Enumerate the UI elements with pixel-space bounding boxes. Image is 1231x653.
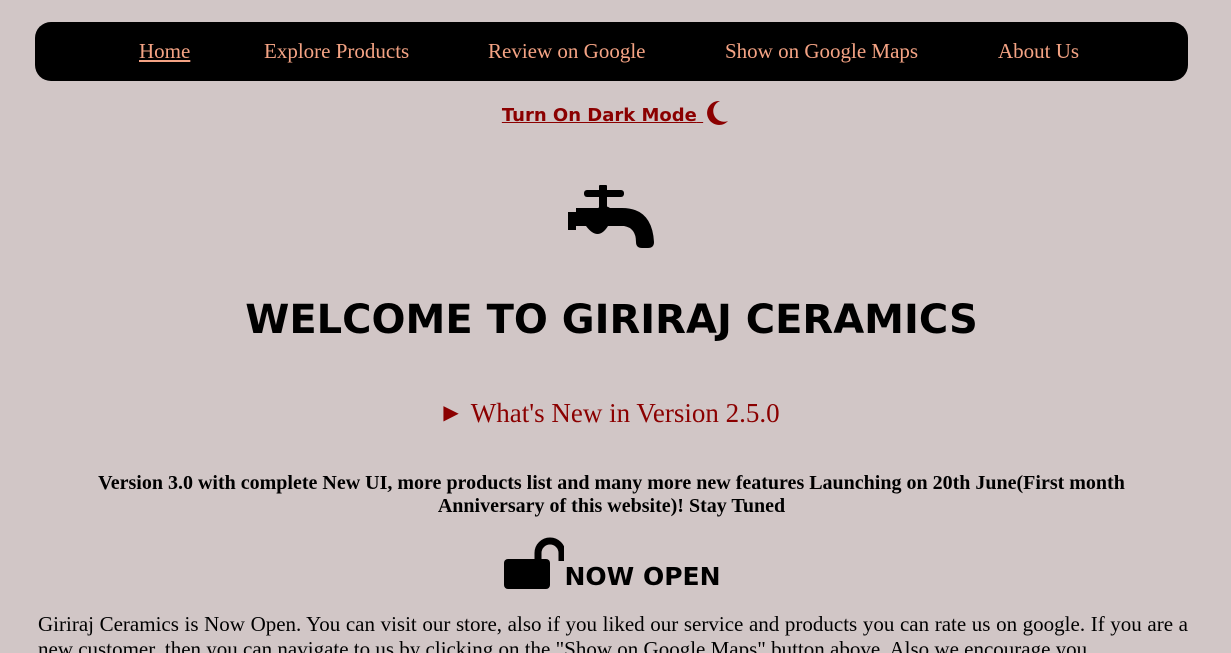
- nav-home-link[interactable]: Home: [139, 39, 190, 63]
- navbar: Home Explore Products Review on Google S…: [35, 22, 1188, 81]
- triangle-right-icon: ▶: [443, 402, 459, 424]
- unlock-icon: [504, 537, 566, 589]
- dark-mode-toggle-row: Turn On Dark Mode: [0, 100, 1231, 126]
- announcement-text: Version 3.0 with complete New UI, more p…: [98, 472, 1125, 517]
- welcome-title: WELCOME TO GIRIRAJ CERAMICS: [245, 297, 978, 343]
- nav-review-google-link[interactable]: Review on Google: [488, 39, 645, 63]
- nav-google-maps-link[interactable]: Show on Google Maps: [725, 39, 918, 63]
- nav-about-us-link[interactable]: About Us: [998, 39, 1079, 63]
- now-open-description: Giriraj Ceramics is Now Open. You can vi…: [38, 612, 1188, 653]
- now-open-label: NOW OPEN: [564, 562, 721, 591]
- now-open-heading: NOW OPEN: [0, 535, 1223, 605]
- dark-mode-label: Turn On Dark Mode: [501, 105, 697, 126]
- whats-new-toggle[interactable]: ▶ What's New in Version 2.5.0: [0, 397, 1223, 429]
- moon-icon: [707, 100, 729, 125]
- faucet-icon: [566, 182, 656, 255]
- nav-explore-products-link[interactable]: Explore Products: [264, 39, 409, 63]
- dark-mode-toggle[interactable]: Turn On Dark Mode: [501, 100, 729, 126]
- whats-new-label: What's New in Version 2.5.0: [470, 398, 780, 428]
